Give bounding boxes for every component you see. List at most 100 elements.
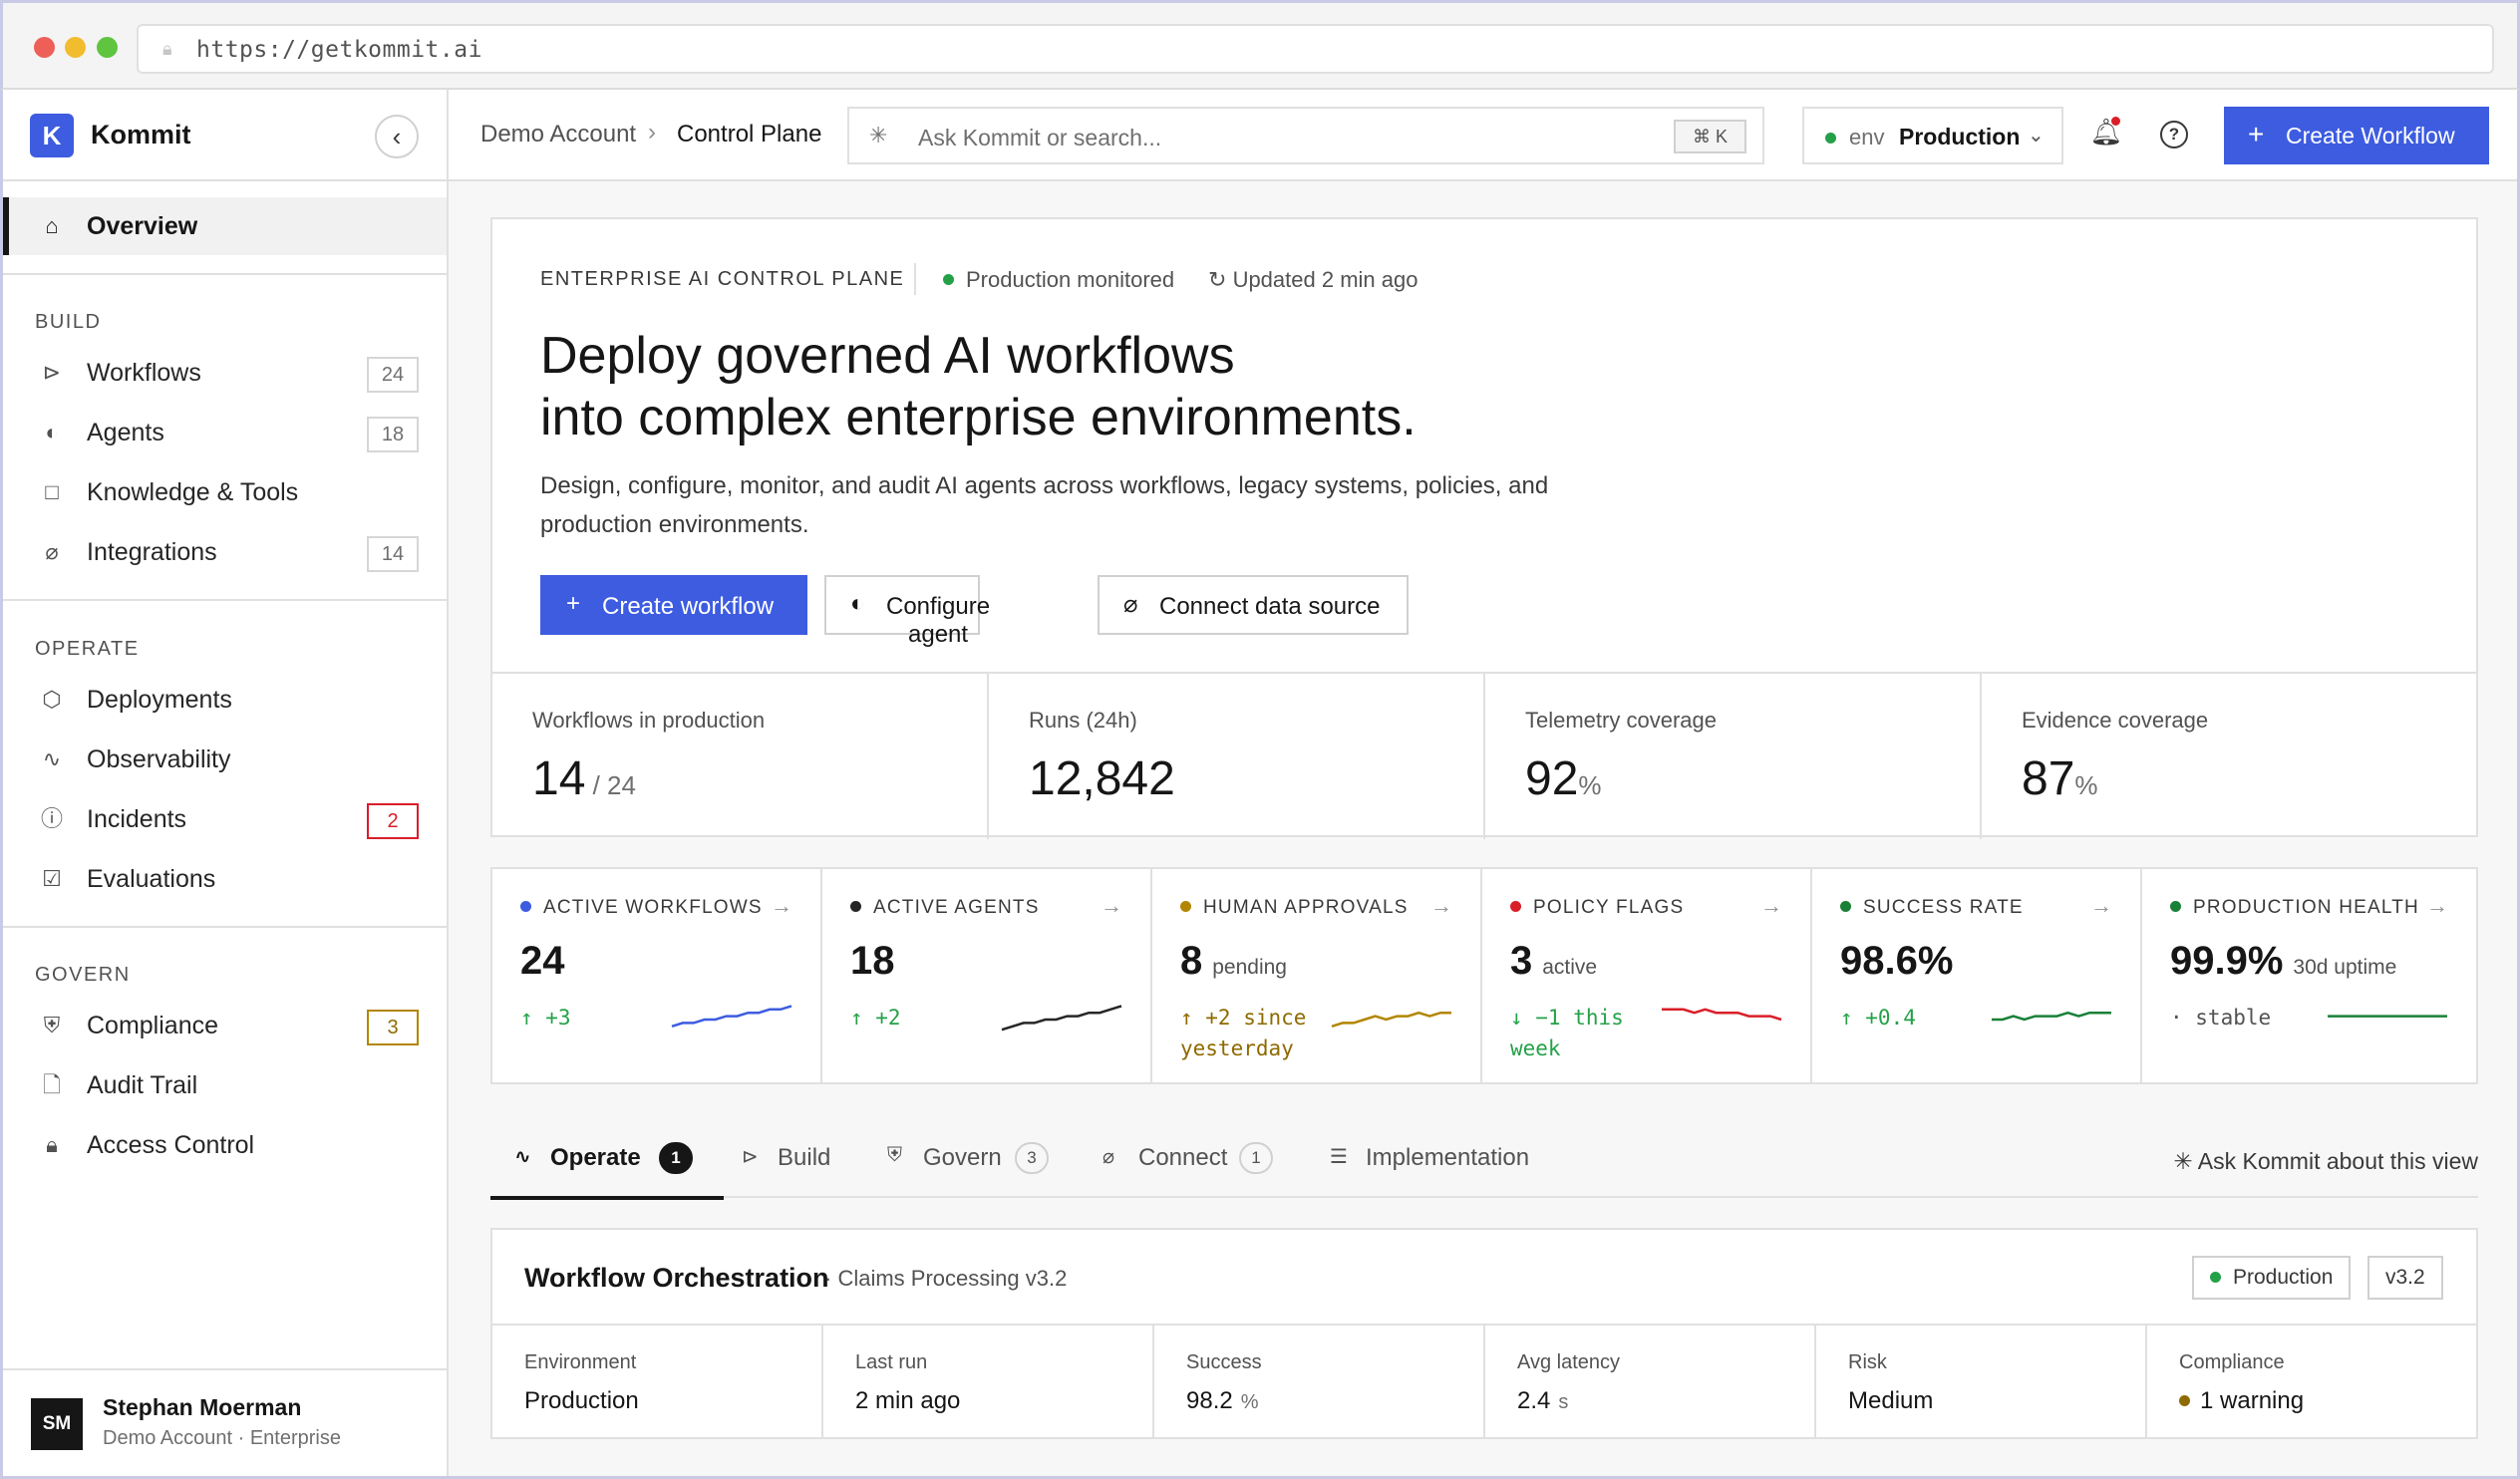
tab-connect[interactable]: ⌀ Connect 1 — [1102, 1126, 1276, 1198]
kpi-telemetry-coverage: Telemetry coverage 92% — [1485, 674, 1982, 839]
sidebar-item-agents[interactable]: ◐ Agents 18 — [3, 404, 447, 461]
sidebar-item-knowledge-tools[interactable]: □ Knowledge & Tools — [3, 463, 447, 521]
sparkline — [2328, 1015, 2447, 1018]
sidebar-item-incidents[interactable]: ⓘ Incidents 2 — [3, 790, 447, 848]
env-key: env — [1849, 125, 1885, 149]
pulse-icon: ∿ — [514, 1146, 531, 1168]
view-tabs: ∿ Operate 1 ⊳ Build ⛨ Govern 3 ⌀ Connect… — [490, 1106, 2478, 1200]
stat-value: 1 warning — [2179, 1387, 2304, 1415]
kpi-unit: / 24 — [585, 770, 636, 800]
sidebar-item-overview[interactable]: ⌂ Overview — [3, 197, 447, 255]
tab-implementation[interactable]: ☰ Implementation — [1330, 1126, 1559, 1198]
eyebrow: ENTERPRISE AI CONTROL PLANE — [540, 268, 905, 290]
kpi-label: Workflows in production — [532, 708, 766, 733]
env-value: Production — [1899, 124, 2021, 149]
metric-cards: ACTIVE WORKFLOWS → 24 ↑ +3 ACTIVE AGENTS… — [490, 867, 2478, 1084]
create-workflow-button[interactable]: + Create Workflow — [2224, 107, 2489, 164]
sidebar-item-label: Agents — [87, 419, 164, 446]
sidebar-item-audit-trail[interactable]: 🗋︎ Audit Trail — [3, 1056, 447, 1114]
workflow-icon: ⊳ — [742, 1146, 759, 1168]
stat-value: 98.2% — [1186, 1387, 1259, 1415]
sidebar-item-deployments[interactable]: ⬡ Deployments — [3, 671, 447, 729]
notification-dot — [2111, 117, 2120, 126]
tab-operate[interactable]: ∿ Operate 1 — [490, 1126, 724, 1200]
sidebar-item-access-control[interactable]: 🔒︎ Access Control — [3, 1116, 447, 1174]
plus-icon: + — [566, 590, 581, 617]
window-maximize-dot[interactable] — [97, 37, 118, 58]
metric-production-health[interactable]: PRODUCTION HEALTH → 99.9% 30d uptime · st… — [2142, 869, 2476, 1082]
metric-success-rate[interactable]: SUCCESS RATE → 98.6% ↑ +0.4 — [1812, 869, 2142, 1082]
chevron-right-icon: › — [648, 119, 656, 146]
tab-badge: 1 — [1239, 1142, 1273, 1174]
metric-active-agents[interactable]: ACTIVE AGENTS → 18 ↑ +2 — [822, 869, 1152, 1082]
metric-number: 24 — [520, 939, 565, 983]
arrow-right-icon: → — [771, 893, 792, 918]
create-workflow-primary-button[interactable]: + Create workflow — [540, 575, 807, 635]
help-button[interactable]: ? — [2160, 121, 2188, 148]
tab-govern[interactable]: ⛨ Govern 3 — [887, 1126, 1053, 1198]
sidebar-item-observability[interactable]: ∿ Observability — [3, 731, 447, 788]
user-subtitle: Demo Account · Enterprise — [103, 1427, 341, 1449]
stat-number: 98.2 — [1186, 1387, 1233, 1414]
collapse-sidebar-button[interactable]: ‹ — [375, 115, 419, 158]
topbar: Demo Account › Control Plane ✳ Ask Kommi… — [449, 90, 2517, 181]
sparkline — [1662, 1008, 1782, 1022]
kpi-number: 12,842 — [1029, 752, 1175, 805]
metric-value: 8 pending — [1180, 939, 1287, 984]
stat-success: Success 98.2% — [1154, 1326, 1485, 1439]
kpi-evidence-coverage: Evidence coverage 87% — [1982, 674, 2478, 839]
tab-build[interactable]: ⊳ Build — [742, 1126, 841, 1198]
sparkline — [1001, 1005, 1122, 1032]
kpi-unit: % — [2074, 770, 2098, 800]
breadcrumb-demo-account[interactable]: Demo Account — [480, 121, 636, 148]
count-badge: 2 — [367, 803, 419, 839]
sidebar-item-label: Evaluations — [87, 865, 216, 893]
brand-header: K Kommit ‹ — [3, 90, 447, 181]
connect-data-source-button[interactable]: ⌀ Connect data source — [1098, 575, 1409, 635]
kommit-logo-icon: K — [30, 114, 74, 157]
section-title-build: BUILD — [35, 311, 102, 333]
arrow-right-icon: → — [1760, 893, 1782, 918]
ask-kommit-view-button[interactable]: ✳ Ask Kommit about this view — [2173, 1148, 2478, 1175]
metric-policy-flags[interactable]: POLICY FLAGS → 3 active ↓ −1 this week — [1482, 869, 1812, 1082]
sparkline-series — [1001, 1005, 1122, 1032]
metric-number: 18 — [850, 939, 895, 983]
window-minimize-dot[interactable] — [65, 37, 86, 58]
sidebar-item-integrations[interactable]: ⌀ Integrations 14 — [3, 523, 447, 581]
agent-icon: ◐ — [45, 420, 59, 444]
sidebar-item-workflows[interactable]: ⊳ Workflows 24 — [3, 344, 447, 402]
tab-badge: 3 — [1015, 1142, 1049, 1174]
search-input[interactable]: ✳ Ask Kommit or search... ⌘ K — [847, 107, 1764, 164]
environment-select[interactable]: env Production ⌄ — [1802, 107, 2063, 164]
series-dot — [850, 901, 861, 912]
refresh-icon: ↻ — [1208, 267, 1227, 292]
divider — [914, 263, 916, 295]
production-status: Production monitored — [943, 267, 1174, 293]
sparkle-icon: ✳ — [2173, 1148, 2193, 1174]
version-tag: v3.2 — [2367, 1256, 2443, 1300]
window-close-dot[interactable] — [34, 37, 55, 58]
stat-risk: Risk Medium — [1816, 1326, 2147, 1439]
address-bar[interactable]: 🔒︎ https://getkommit.ai — [137, 24, 2494, 74]
configure-agent-button[interactable]: ◐ Configure agent — [824, 575, 990, 648]
kpi-value: 87% — [2022, 751, 2098, 806]
tab-label: Operate — [550, 1144, 641, 1171]
metric-suffix: pending — [1212, 956, 1287, 979]
updated-text: Updated 2 min ago — [1232, 267, 1418, 292]
stat-value: 2 min ago — [855, 1387, 960, 1415]
sidebar-item-label: Workflows — [87, 359, 201, 387]
shortcut-hint: ⌘ K — [1674, 120, 1746, 153]
environment-tag: Production — [2192, 1256, 2352, 1300]
brand-name: Kommit — [91, 120, 191, 149]
workflow-title: Workflow Orchestration — [524, 1263, 829, 1293]
sidebar-item-compliance[interactable]: ⛨ Compliance 3 — [3, 997, 447, 1054]
metric-active-workflows[interactable]: ACTIVE WORKFLOWS → 24 ↑ +3 — [492, 869, 822, 1082]
kpi-value: 92% — [1525, 751, 1602, 806]
sparkline — [671, 1005, 792, 1028]
notifications-button[interactable]: 🔔︎ — [2088, 117, 2124, 152]
metric-human-approvals[interactable]: HUMAN APPROVALS → 8 pending ↑ +2 since ye… — [1152, 869, 1482, 1082]
user-profile[interactable]: SM Stephan Moerman Demo Account · Enterp… — [3, 1368, 447, 1476]
kpi-number: 92 — [1525, 752, 1579, 805]
sparkline-series — [1331, 1011, 1451, 1028]
sidebar-item-evaluations[interactable]: ☑ Evaluations — [3, 850, 447, 908]
